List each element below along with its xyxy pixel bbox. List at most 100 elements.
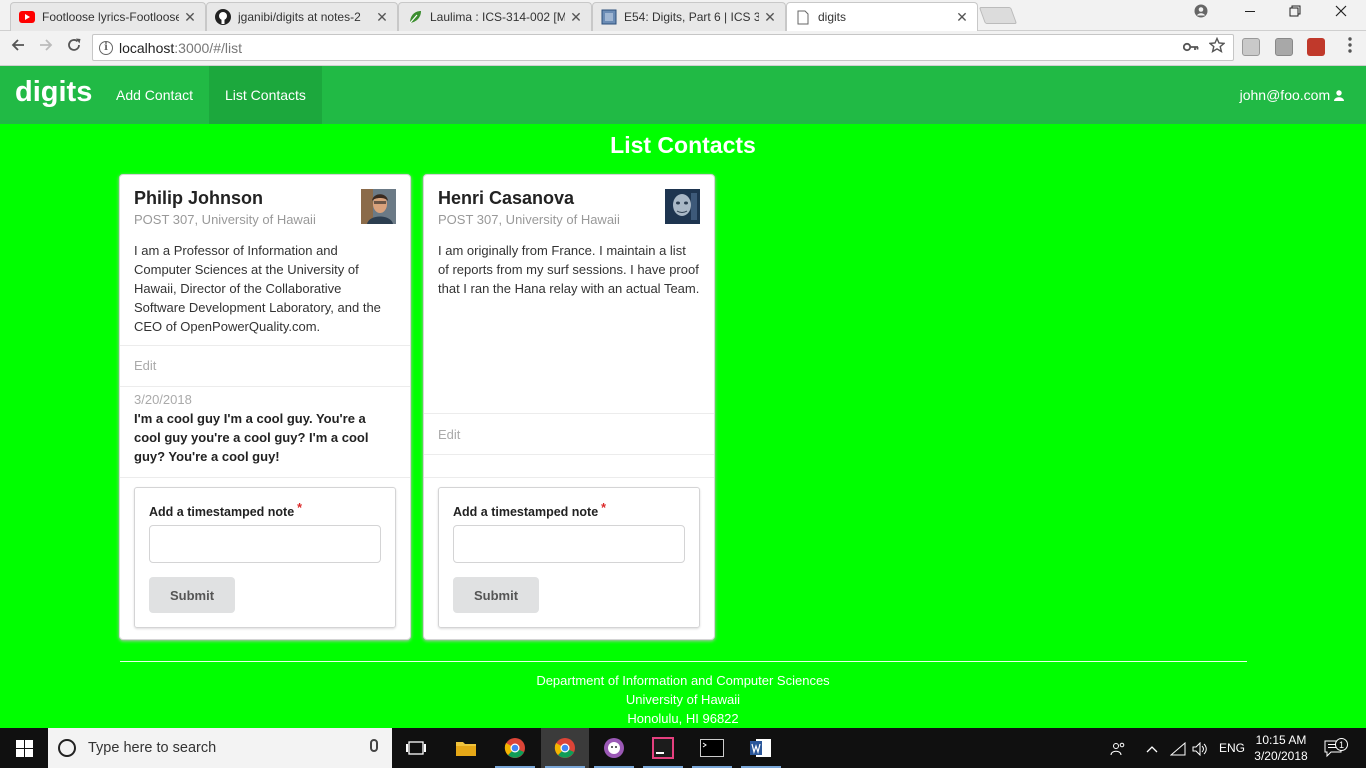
chrome-icon[interactable] [491,728,539,768]
contact-card: Henri Casanova POST 307, University of H… [423,174,715,640]
forward-arrow-icon[interactable] [34,37,58,58]
clock-date: 3/20/2018 [1254,749,1308,763]
close-icon[interactable]: ✕ [763,9,777,26]
profile-icon[interactable] [1189,4,1213,22]
clock-time: 10:15 AM [1255,733,1307,747]
browser-tab-strip: Footloose lyrics-Footloose ✕ jganibi/dig… [0,0,1366,31]
browser-toolbar: i localhost:3000/#/list [0,31,1366,66]
submit-button[interactable]: Submit [149,577,235,613]
close-icon[interactable]: ✕ [183,9,197,26]
divider [120,386,410,387]
chevron-up-icon[interactable] [1146,728,1158,768]
required-asterisk: * [297,501,303,515]
new-tab-button[interactable] [978,7,1018,24]
reload-icon[interactable] [62,37,86,58]
contact-address: POST 307, University of Hawaii [438,212,620,227]
file-explorer-icon[interactable] [442,728,490,768]
minimize-icon[interactable] [1238,4,1262,22]
divider [120,477,410,478]
footer-address: Honolulu, HI 96822 [627,711,739,726]
cortana-icon [58,739,76,757]
youtube-icon [19,9,35,25]
laulima-icon [407,9,423,25]
extension-icon[interactable] [1242,38,1260,56]
note-input[interactable] [453,525,685,563]
nav-list-contacts[interactable]: List Contacts [209,66,322,124]
close-icon[interactable]: ✕ [955,9,969,26]
contact-card: Philip Johnson POST 307, University of H… [119,174,411,640]
chrome-menu-icon[interactable] [1348,37,1352,56]
footer-university: University of Hawaii [625,692,741,707]
close-icon[interactable]: ✕ [375,9,389,26]
user-menu[interactable]: john@foo.com [1240,66,1344,124]
contact-name: Philip Johnson [134,188,263,208]
divider [424,477,714,478]
edit-link[interactable]: Edit [134,358,156,373]
note-input[interactable] [149,525,381,563]
edit-link[interactable]: Edit [438,427,460,442]
browser-tab[interactable]: jganibi/digits at notes-2 ✕ [206,2,398,31]
people-icon[interactable] [1110,728,1126,768]
note-field-label: Add a timestamped note * [453,501,607,519]
brand-logo[interactable]: digits [15,76,92,109]
user-email: john@foo.com [1239,87,1331,103]
terminal-icon[interactable] [688,728,736,768]
chrome-active-icon[interactable] [541,728,589,768]
page-icon [601,9,617,25]
add-note-form: Add a timestamped note * Submit [134,487,396,628]
taskbar-search[interactable]: Type here to search [48,728,392,768]
nav-add-contact[interactable]: Add Contact [100,66,209,124]
notification-count: 1 [1335,738,1348,751]
divider [120,345,410,346]
page-viewport: digits Add Contact List Contacts john@fo… [0,66,1366,728]
add-note-form: Add a timestamped note * Submit [438,487,700,628]
contact-name: Henri Casanova [438,188,575,208]
divider [424,454,714,455]
extension-icon[interactable] [1275,38,1293,56]
windows-taskbar: Type here to search ENG 10:15 AM 3/20/20… [0,728,1366,768]
close-icon[interactable]: ✕ [569,9,583,26]
search-placeholder: Type here to search [88,740,217,756]
footer-department: Department of Information and Computer S… [536,673,830,688]
footer: Department of Information and Computer S… [0,671,1366,728]
window-close-icon[interactable] [1329,4,1353,22]
browser-tab[interactable]: Footloose lyrics-Footloose ✕ [10,2,206,31]
contact-avatar [665,189,700,224]
github-desktop-icon[interactable] [590,728,638,768]
language-indicator[interactable]: ENG [1219,728,1245,768]
volume-icon[interactable] [1192,728,1208,768]
app-navbar: digits Add Contact List Contacts john@fo… [0,66,1366,124]
browser-tab[interactable]: Laulima : ICS-314-002 [M ✕ [398,2,592,31]
contact-description: I am a Professor of Information and Comp… [134,243,381,334]
divider [424,413,714,414]
restore-icon[interactable] [1283,4,1307,22]
required-asterisk: * [601,501,607,515]
contact-avatar [361,189,396,224]
info-icon[interactable]: i [99,40,113,55]
github-icon [215,9,231,25]
bookmark-star-icon[interactable] [1208,36,1226,58]
extension-icon[interactable] [1307,38,1325,56]
key-icon[interactable] [1182,40,1199,56]
submit-button[interactable]: Submit [453,577,539,613]
browser-tab-active[interactable]: digits ✕ [786,2,978,31]
page-title: List Contacts [610,132,756,158]
contact-address: POST 307, University of Hawaii [134,212,316,227]
browser-tab[interactable]: E54: Digits, Part 6 | ICS 3 ✕ [592,2,786,31]
address-bar[interactable]: i localhost:3000/#/list [92,34,1234,61]
note-text: I'm a cool guy I'm a cool guy. You're a … [134,411,369,464]
user-icon [1334,90,1344,101]
microphone-icon[interactable] [370,739,378,752]
task-view-icon[interactable] [392,728,440,768]
footer-divider [120,661,1247,662]
note-date: 3/20/2018 [134,392,192,407]
note-field-label: Add a timestamped note * [149,501,303,519]
taskbar-clock[interactable]: 10:15 AM 3/20/2018 [1254,732,1308,764]
intellij-icon[interactable] [639,728,687,768]
word-icon[interactable] [737,728,785,768]
blank-page-icon [795,9,811,25]
notifications-icon[interactable]: 1 [1324,728,1348,768]
windows-start-icon[interactable] [0,728,48,768]
wifi-icon[interactable] [1169,728,1186,768]
back-arrow-icon[interactable] [6,37,30,58]
